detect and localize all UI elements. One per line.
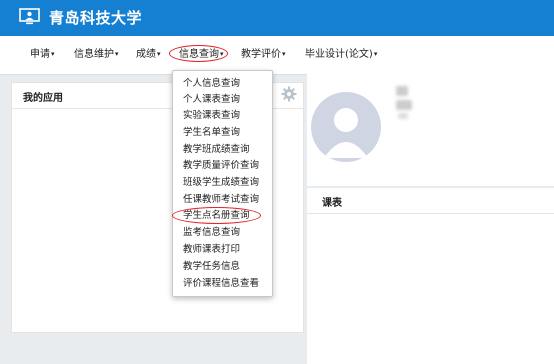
- nav-label: 信息查询: [179, 49, 219, 60]
- chevron-down-icon: ▾: [282, 50, 286, 58]
- chevron-down-icon: ▾: [373, 50, 378, 58]
- schedule-panel: [307, 188, 554, 364]
- monitor-user-icon: [19, 8, 40, 25]
- nav-label: 成绩: [136, 49, 156, 60]
- gear-icon[interactable]: [281, 86, 297, 102]
- nav-item-thesis[interactable]: 毕业设计(论文)▾: [305, 47, 377, 62]
- menu-item-teacher-exam[interactable]: 任课教师考试查询: [183, 192, 259, 208]
- chevron-down-icon: ▾: [220, 50, 224, 58]
- menu-item-class-student-grades[interactable]: 班级学生成绩查询: [183, 175, 259, 191]
- chevron-down-icon: ▾: [51, 50, 55, 58]
- nav-item-info-query[interactable]: 信息查询▾: [179, 47, 224, 62]
- chevron-down-icon: ▾: [115, 50, 119, 58]
- avatar: [311, 92, 381, 162]
- schedule-title: 课表: [322, 198, 342, 209]
- nav-item-teaching-eval[interactable]: 教学评价▾: [241, 47, 286, 62]
- menu-item-personal-info[interactable]: 个人信息查询: [183, 76, 240, 92]
- menu-item-class-grades[interactable]: 教学班成绩查询: [183, 142, 250, 158]
- menu-item-roll-call[interactable]: 学生点名册查询: [183, 208, 250, 224]
- nav-label: 毕业设计(论文): [305, 49, 373, 60]
- menu-item-invigilation[interactable]: 监考信息查询: [183, 225, 240, 241]
- site-title: 青岛科技大学: [49, 9, 143, 27]
- menu-item-student-list[interactable]: 学生名单查询: [183, 125, 240, 141]
- nav-label: 教学评价: [241, 49, 281, 60]
- menu-item-teaching-quality[interactable]: 教学质量评价查询: [183, 158, 259, 174]
- divider: [307, 213, 554, 214]
- menu-item-eval-courses[interactable]: 评价课程信息查看: [183, 276, 259, 292]
- my-apps-title: 我的应用: [23, 93, 63, 104]
- nav-item-apply[interactable]: 申请▾: [30, 47, 55, 62]
- user-silhouette-icon: [324, 108, 368, 158]
- menu-item-lab-schedule[interactable]: 实验课表查询: [183, 108, 240, 124]
- menu-item-print-schedule[interactable]: 教师课表打印: [183, 242, 240, 258]
- menu-item-teaching-tasks[interactable]: 教学任务信息: [183, 259, 240, 275]
- redacted-info: [398, 113, 408, 119]
- menu-item-personal-schedule[interactable]: 个人课表查询: [183, 92, 240, 108]
- nav-label: 申请: [30, 49, 50, 60]
- nav-item-info-maintain[interactable]: 信息维护▾: [74, 47, 119, 62]
- nav-item-grades[interactable]: 成绩▾: [136, 47, 161, 62]
- redacted-name: [396, 86, 408, 96]
- nav-label: 信息维护: [74, 49, 114, 60]
- redacted-info: [396, 100, 412, 110]
- chevron-down-icon: ▾: [157, 50, 161, 58]
